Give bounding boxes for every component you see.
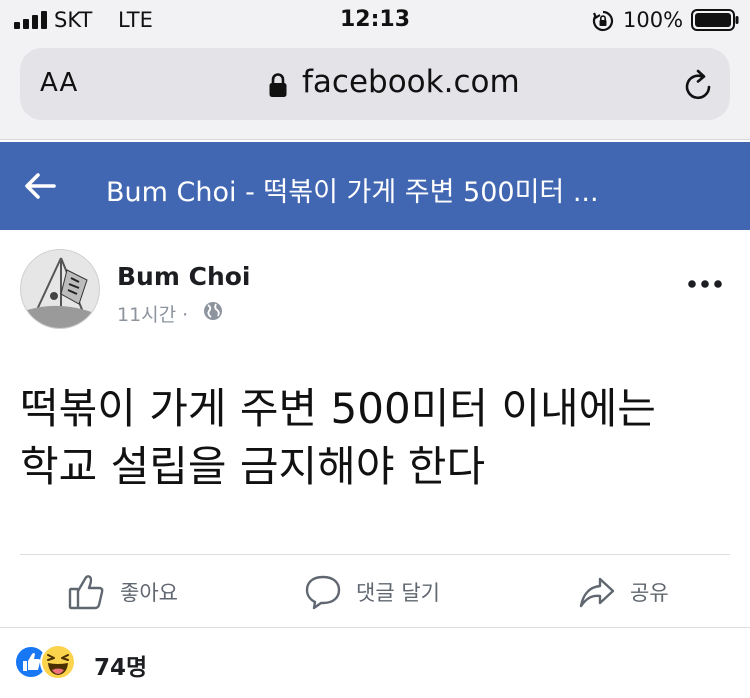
browser-toolbar: AA facebook.com	[0, 42, 750, 140]
post-text-line: 떡볶이 가게 주변 500미터 이내에는	[20, 384, 656, 433]
avatar[interactable]	[20, 249, 100, 329]
post-text-line: 학교 설립을 금지해야 한다	[20, 442, 486, 491]
thumbs-up-icon	[68, 575, 104, 610]
battery-icon	[691, 9, 739, 31]
reaction-count: 74명	[94, 655, 148, 681]
like-label: 좋아요	[120, 581, 178, 605]
reload-icon[interactable]	[680, 68, 716, 104]
back-arrow-icon[interactable]	[22, 168, 58, 204]
like-button[interactable]: 좋아요	[68, 570, 178, 614]
battery-percent: 100%	[623, 8, 684, 32]
page-title: Bum Choi - 떡볶이 가게 주변 500미터 ...	[106, 177, 599, 208]
avatar-image	[21, 250, 99, 328]
post-time[interactable]: 11시간 ·	[117, 300, 188, 327]
share-button[interactable]: 공유	[578, 570, 669, 614]
post-body: 떡볶이 가게 주변 500미터 이내에는 학교 설립을 금지해야 한다	[20, 380, 730, 496]
divider	[0, 627, 750, 628]
comment-icon	[305, 575, 341, 610]
rotation-lock-icon	[592, 10, 614, 32]
text-size-button[interactable]: AA	[40, 68, 78, 98]
status-bar: SKT LTE 12:13 100%	[0, 0, 750, 42]
url-text[interactable]: facebook.com	[302, 64, 520, 100]
action-bar: 좋아요 댓글 달기 공유	[0, 558, 750, 626]
more-options-icon[interactable]	[686, 274, 724, 294]
author-name[interactable]: Bum Choi	[117, 262, 251, 291]
address-bar[interactable]: AA facebook.com	[20, 48, 730, 120]
reaction-summary[interactable]: 74명	[14, 644, 214, 681]
comment-button[interactable]: 댓글 달기	[304, 570, 440, 614]
page-header: Bum Choi - 떡볶이 가게 주변 500미터 ...	[0, 142, 750, 230]
lock-icon	[269, 73, 287, 97]
comment-label: 댓글 달기	[356, 581, 440, 605]
divider	[20, 554, 730, 555]
share-label: 공유	[630, 581, 669, 605]
globe-icon	[204, 302, 222, 320]
haha-icon	[40, 644, 76, 680]
share-icon	[579, 577, 615, 608]
